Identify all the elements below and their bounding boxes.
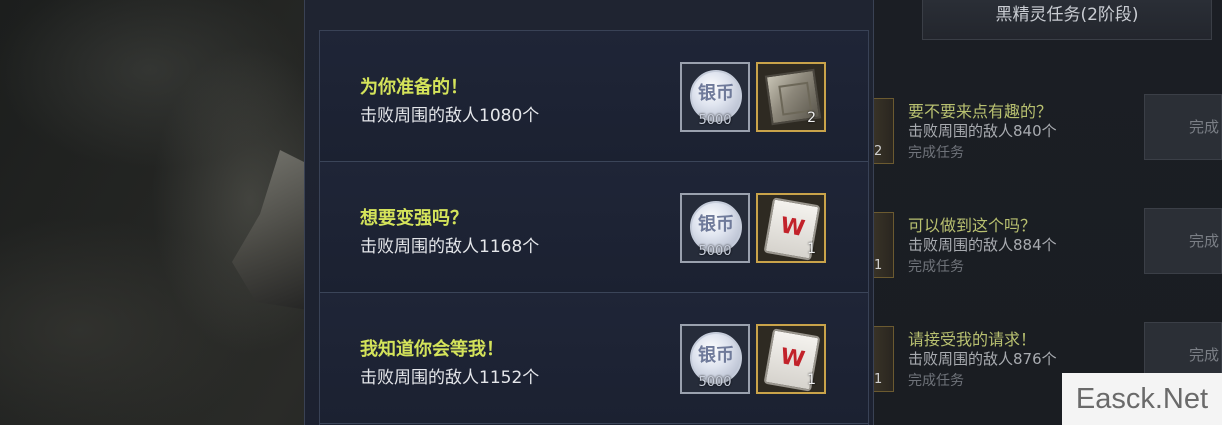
side-task-item: 1 可以做到这个吗？ 击败周围的敌人884个 完成任务 完成 (870, 206, 1222, 306)
quest-item: 想要变强吗？ 击败周围的敌人1168个 银币 5000 1 (320, 162, 868, 293)
quest-desc: 击败周围的敌人1080个 (360, 106, 540, 126)
side-task-desc: 击败周围的敌人876个 (908, 350, 1057, 368)
panel-header: ✕ (305, 0, 875, 20)
reward-amount: 5000 (698, 113, 732, 128)
reward-amount: 5000 (698, 244, 732, 259)
quest-item: 我知道你会等我！ 击败周围的敌人1152个 银币 5000 1 (320, 293, 868, 424)
quest-item: 为你准备的！ 击败周围的敌人1080个 银币 5000 2 (320, 31, 868, 162)
reward-qty: 2 (807, 110, 816, 126)
side-reward-qty: 1 (874, 372, 883, 387)
reward-amount: 5000 (698, 375, 732, 390)
quest-title: 为你准备的！ (360, 77, 468, 98)
tab-dark-elf-quest[interactable]: 黑精灵任务(2阶段) (922, 0, 1212, 40)
reward-slot-silver-coin[interactable]: 银币 5000 (680, 193, 750, 263)
reward-slot-silver-coin[interactable]: 银币 5000 (680, 324, 750, 394)
side-reward-qty: 2 (874, 144, 883, 159)
complete-button[interactable]: 完成 (1144, 94, 1222, 160)
reward-slot-scroll[interactable]: 1 (756, 324, 826, 394)
side-task-status: 完成任务 (908, 373, 964, 389)
quest-list: 为你准备的！ 击败周围的敌人1080个 银币 5000 2 想要变强吗？ 击败周… (319, 30, 869, 425)
side-task-status: 完成任务 (908, 259, 964, 275)
watermark: Easck.Net (1062, 373, 1222, 425)
side-task-title: 要不要来点有趣的？ (908, 102, 1053, 121)
quest-desc: 击败周围的敌人1152个 (360, 368, 540, 388)
complete-button[interactable]: 完成 (1144, 208, 1222, 274)
reward-slot-scroll[interactable]: 1 (756, 193, 826, 263)
quest-desc: 击败周围的敌人1168个 (360, 237, 540, 257)
reward-slot-box[interactable]: 2 (756, 62, 826, 132)
side-reward-qty: 1 (874, 258, 883, 273)
quest-title: 想要变强吗？ (360, 208, 468, 229)
side-task-item: 2 要不要来点有趣的？ 击败周围的敌人840个 完成任务 完成 (870, 92, 1222, 192)
reward-slot-silver-coin[interactable]: 银币 5000 (680, 62, 750, 132)
side-task-desc: 击败周围的敌人884个 (908, 236, 1057, 254)
reward-qty: 1 (807, 241, 816, 257)
side-task-desc: 击败周围的敌人840个 (908, 122, 1057, 140)
reward-qty: 1 (807, 372, 816, 388)
quest-panel: ✕ 为你准备的！ 击败周围的敌人1080个 银币 5000 2 想要变强吗？ 击… (304, 0, 874, 425)
side-task-title: 可以做到这个吗？ (908, 216, 1037, 235)
side-task-title: 请接受我的请求！ (908, 330, 1037, 349)
quest-title: 我知道你会等我！ (360, 339, 504, 360)
side-task-status: 完成任务 (908, 145, 964, 161)
